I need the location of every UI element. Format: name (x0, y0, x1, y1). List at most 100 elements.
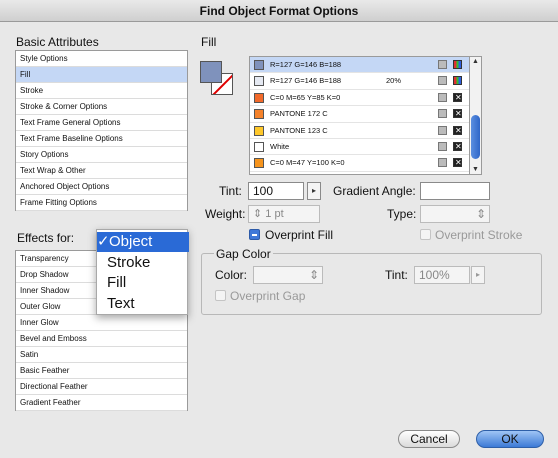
window-title: Find Object Format Options (0, 0, 558, 22)
gap-color-label: Color: (215, 268, 248, 282)
swatch-row[interactable]: R=127 G=146 B=188 (250, 57, 469, 74)
swatch-color-chip (254, 92, 264, 103)
fill-color-swatch[interactable] (200, 61, 222, 83)
swatch-color-chip (254, 76, 264, 87)
basic-attribute-item[interactable]: Stroke & Corner Options (16, 99, 187, 115)
effect-item[interactable]: Directional Feather (16, 379, 187, 395)
swatch-color-chip (254, 125, 264, 136)
effect-item[interactable]: Satin (16, 347, 187, 363)
gap-tint-arrow-icon[interactable]: ▸ (471, 266, 485, 284)
popup-option-label: Object (109, 233, 153, 250)
basic-attribute-item[interactable]: Text Frame Baseline Options (16, 131, 187, 147)
weight-value: 1 pt (265, 208, 284, 220)
swatch-name: PANTONE 172 C (270, 109, 328, 119)
swatch-tint: 20% (386, 76, 402, 86)
swatch-row[interactable]: C=0 M=47 Y=100 K=0 (250, 155, 469, 172)
basic-attribute-item[interactable]: Fill (16, 67, 187, 83)
color-mode-icon (438, 141, 447, 151)
basic-attribute-item[interactable]: Story Options (16, 147, 187, 163)
cmyk-mode-icon (453, 158, 462, 168)
color-mode-icon (438, 92, 447, 102)
overprint-gap-label: Overprint Gap (230, 289, 306, 303)
weight-stepper-icon[interactable]: ⇕ (253, 208, 262, 220)
gradient-angle-input[interactable] (420, 182, 490, 200)
gap-color-stepper-icon: ⇕ (308, 268, 319, 282)
cmyk-mode-icon (453, 125, 462, 135)
overprint-fill-checkbox[interactable] (249, 229, 260, 240)
checkmark-icon: ✓ (97, 233, 110, 250)
swatch-row[interactable]: White (250, 139, 469, 156)
swatch-row[interactable]: R=127 G=146 B=188 20% (250, 73, 469, 90)
fill-heading: Fill (201, 35, 217, 49)
gradient-angle-label: Gradient Angle: (333, 184, 416, 198)
gap-color-heading: Gap Color (214, 247, 273, 261)
effect-item[interactable]: Inner Glow (16, 315, 187, 331)
popup-option-stroke[interactable]: Stroke (97, 253, 189, 273)
popup-option-fill[interactable]: Fill (97, 273, 189, 293)
swatch-color-chip (254, 141, 264, 152)
swatches-list: R=127 G=146 B=188 R=127 G=146 B=188 20% C=0… (249, 56, 470, 175)
swatch-color-chip (254, 158, 264, 169)
rgb-mode-icon (453, 76, 462, 86)
gap-color-select[interactable]: ⇕ (253, 266, 323, 284)
swatch-row[interactable]: PANTONE 123 C (250, 123, 469, 139)
color-mode-icon (438, 76, 447, 86)
gap-tint-label: Tint: (385, 268, 408, 282)
popup-option-label: Fill (107, 274, 127, 291)
weight-field[interactable]: ⇕ 1 pt (248, 205, 320, 223)
tint-label: Tint: (219, 184, 242, 198)
tint-input[interactable]: 100 (248, 182, 304, 200)
swatch-name: White (270, 141, 290, 151)
basic-attributes-heading: Basic Attributes (16, 35, 99, 49)
effect-item[interactable]: Gradient Feather (16, 395, 187, 411)
swatches-scrollbar[interactable]: ▲ ▼ (470, 56, 482, 175)
basic-attribute-item[interactable]: Frame Fitting Options (16, 195, 187, 211)
rgb-mode-icon (453, 60, 462, 69)
basic-attributes-list: Style Options Fill Stroke Stroke & Corner O… (15, 50, 188, 211)
color-mode-icon (438, 109, 447, 119)
popup-option-label: Text (107, 294, 135, 312)
overprint-fill-label: Overprint Fill (265, 228, 334, 242)
swatch-name: C=0 M=47 Y=100 K=0 (270, 158, 345, 168)
basic-attribute-item[interactable]: Text Frame General Options (16, 115, 187, 131)
basic-attribute-item[interactable]: Text Wrap & Other (16, 163, 187, 179)
color-mode-icon (438, 158, 447, 168)
basic-attribute-item[interactable]: Anchored Object Options (16, 179, 187, 195)
cmyk-mode-icon (453, 92, 462, 102)
swatch-row[interactable]: PANTONE 172 C (250, 106, 469, 123)
cancel-button[interactable]: Cancel (398, 430, 460, 448)
scroll-thumb[interactable] (471, 115, 480, 159)
swatch-name: PANTONE 123 C (270, 125, 328, 135)
swatch-color-chip (254, 60, 264, 70)
overprint-gap-checkbox[interactable] (215, 290, 226, 301)
swatch-name: R=127 G=146 B=188 (270, 60, 342, 69)
scroll-down-icon[interactable]: ▼ (472, 166, 479, 173)
gap-tint-input[interactable]: 100% (414, 266, 470, 284)
ok-button[interactable]: OK (476, 430, 544, 448)
tint-arrow-icon[interactable]: ▸ (307, 182, 321, 200)
basic-attribute-item[interactable]: Stroke (16, 83, 187, 99)
scroll-up-icon[interactable]: ▲ (472, 58, 479, 65)
color-mode-icon (438, 60, 447, 69)
swatch-color-chip (254, 109, 264, 120)
popup-option-object[interactable]: ✓Object (97, 232, 189, 252)
effect-item[interactable]: Bevel and Emboss (16, 331, 187, 347)
effects-for-label: Effects for: (17, 231, 75, 245)
swatch-name: R=127 G=146 B=188 (270, 76, 342, 86)
cmyk-mode-icon (453, 141, 462, 151)
type-select[interactable]: ⇕ (420, 205, 490, 223)
cmyk-mode-icon (453, 109, 462, 119)
swatch-row[interactable]: C=0 M=65 Y=85 K=0 (250, 90, 469, 107)
weight-label: Weight: (205, 207, 246, 221)
effect-item[interactable]: Basic Feather (16, 363, 187, 379)
type-stepper-icon: ⇕ (475, 207, 486, 221)
effects-for-popup-menu: ✓Object Stroke Fill Text (96, 229, 189, 315)
overprint-stroke-label: Overprint Stroke (435, 228, 523, 242)
color-mode-icon (438, 125, 447, 135)
swatch-name: C=0 M=65 Y=85 K=0 (270, 92, 341, 102)
basic-attribute-item[interactable]: Style Options (16, 51, 187, 67)
popup-option-label: Stroke (107, 253, 151, 271)
popup-option-text[interactable]: Text (97, 294, 189, 314)
overprint-stroke-checkbox[interactable] (420, 229, 431, 240)
gap-color-group (201, 253, 542, 315)
